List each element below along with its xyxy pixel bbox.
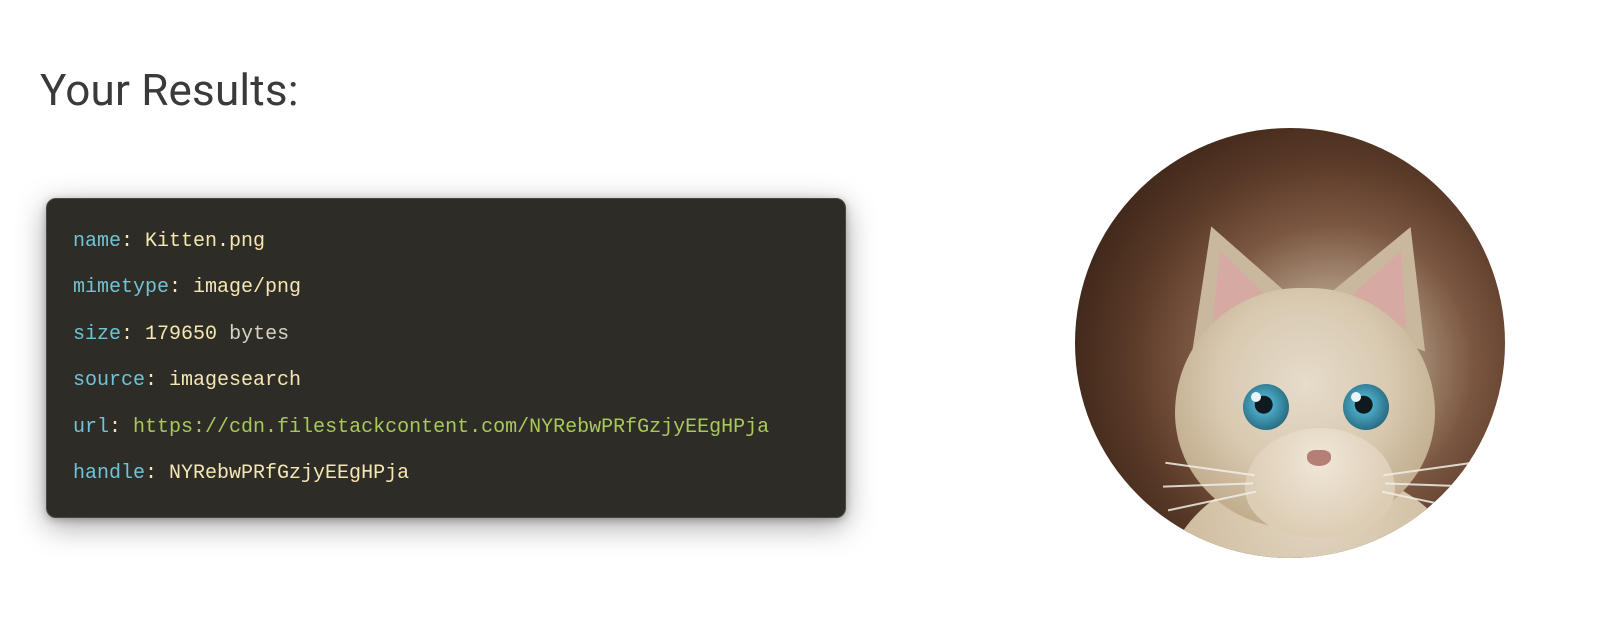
- colon: :: [145, 369, 169, 392]
- colon: :: [121, 323, 145, 346]
- result-key-url: url: [73, 416, 109, 439]
- result-row-mimetype: mimetype: image/png: [73, 273, 819, 303]
- colon: :: [145, 462, 169, 485]
- result-row-source: source: imagesearch: [73, 366, 819, 396]
- result-row-name: name: Kitten.png: [73, 227, 819, 257]
- result-key-size: size: [73, 323, 121, 346]
- result-row-size: size: 179650 bytes: [73, 320, 819, 350]
- result-key-name: name: [73, 230, 121, 253]
- results-heading: Your Results:: [40, 64, 299, 116]
- result-value-name: Kitten.png: [145, 230, 265, 253]
- result-value-mimetype: image/png: [193, 276, 301, 299]
- result-row-handle: handle: NYRebwPRfGzjyEEgHPja: [73, 459, 819, 489]
- colon: :: [169, 276, 193, 299]
- result-key-mimetype: mimetype: [73, 276, 169, 299]
- result-preview-image: [1075, 128, 1505, 558]
- colon: :: [121, 230, 145, 253]
- result-value-size: 179650: [145, 323, 217, 346]
- colon: :: [109, 416, 133, 439]
- result-value-source: imagesearch: [169, 369, 301, 392]
- result-key-source: source: [73, 369, 145, 392]
- result-value-size-unit: bytes: [229, 323, 289, 346]
- result-row-url: url: https://cdn.filestackcontent.com/NY…: [73, 413, 819, 443]
- result-code-panel: name: Kitten.png mimetype: image/png siz…: [46, 198, 846, 518]
- result-key-handle: handle: [73, 462, 145, 485]
- kitten-illustration: [1075, 128, 1505, 558]
- result-value-handle: NYRebwPRfGzjyEEgHPja: [169, 462, 409, 485]
- result-value-url[interactable]: https://cdn.filestackcontent.com/NYRebwP…: [133, 416, 769, 439]
